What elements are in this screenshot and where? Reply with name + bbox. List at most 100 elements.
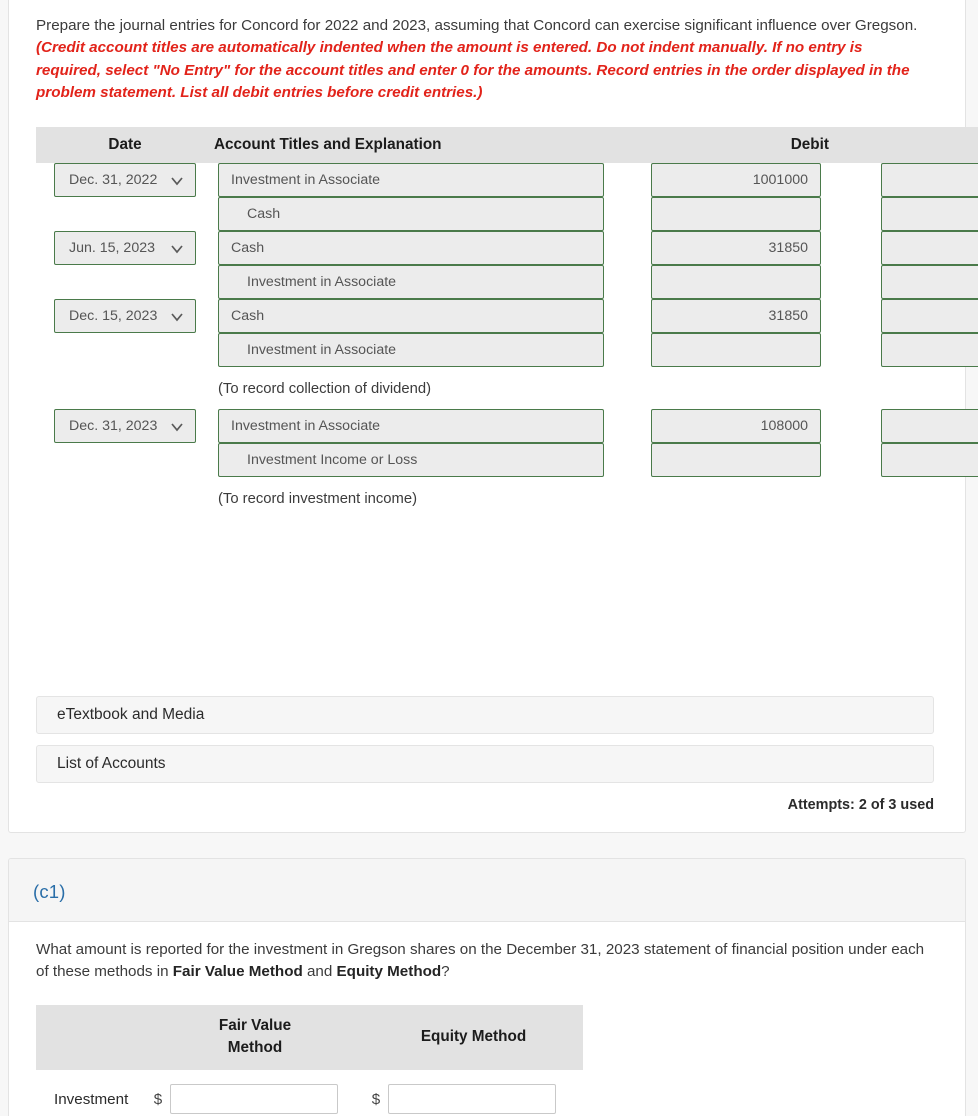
question-text-lead: What amount is reported for the investme… bbox=[36, 941, 925, 981]
equity-amount-input[interactable] bbox=[388, 1084, 556, 1114]
credit-amount-input-8[interactable] bbox=[881, 443, 978, 477]
debit-amount-input-4[interactable]: 31850 bbox=[651, 299, 821, 333]
memo-investment-income: (To record investment income) bbox=[218, 491, 418, 507]
prompt-hint-text: (Credit account titles are automatically… bbox=[36, 39, 910, 101]
currency-symbol: $ bbox=[153, 1090, 163, 1108]
debit-amount-input-2[interactable]: 31850 bbox=[651, 231, 821, 265]
table-row-memo: (To record collection of dividend) bbox=[36, 367, 978, 399]
cell-debit: 31850 bbox=[604, 299, 829, 333]
cell-account: Cash bbox=[214, 197, 604, 231]
account-title-input-2[interactable]: Cash bbox=[218, 231, 604, 265]
question-text-and: and bbox=[302, 963, 337, 981]
cell-equity: $ bbox=[364, 1070, 583, 1114]
fair-value-equity-table-container: Fair Value Method Equity Method Investme… bbox=[36, 1005, 583, 1114]
debit-amount-input-5[interactable] bbox=[651, 333, 821, 367]
table-row: Jun. 15, 2023 Cash 31850 bbox=[36, 231, 978, 265]
column-header-credit: Credit bbox=[829, 127, 978, 163]
fair-value-equity-table: Fair Value Method Equity Method Investme… bbox=[36, 1005, 583, 1114]
table-row: Investment $ $ bbox=[36, 1070, 583, 1114]
column-header-date: Date bbox=[36, 127, 214, 163]
fv-column-header-fair-value: Fair Value Method bbox=[146, 1005, 364, 1070]
cell-date: Dec. 31, 2022 bbox=[36, 163, 214, 197]
credit-amount-input-3[interactable] bbox=[881, 265, 978, 299]
fv-header-line1: Fair Value bbox=[218, 1017, 292, 1034]
journal-entry-table: Date Account Titles and Explanation Debi… bbox=[36, 127, 978, 509]
cell-debit: 31850 bbox=[604, 231, 829, 265]
debit-amount-input-3[interactable] bbox=[651, 265, 821, 299]
account-title-input-8[interactable]: Investment Income or Loss bbox=[218, 443, 604, 477]
table-row-memo: (To record investment income) bbox=[36, 477, 978, 509]
credit-amount-input-1[interactable]: 1001000 bbox=[881, 197, 978, 231]
question-prompt: Prepare the journal entries for Concord … bbox=[36, 15, 926, 104]
cell-credit bbox=[829, 265, 978, 299]
list-of-accounts-button[interactable]: List of Accounts bbox=[36, 745, 934, 783]
table-row: Cash 1001000 bbox=[36, 197, 978, 231]
cell-debit: 1001000 bbox=[604, 163, 829, 197]
cell-memo: (To record collection of dividend) bbox=[214, 367, 978, 399]
question-method-equity: Equity Method bbox=[336, 963, 442, 981]
cell-account: Investment in Associate bbox=[214, 333, 604, 367]
date-select-4[interactable]: Dec. 15, 2023 bbox=[54, 299, 196, 333]
account-title-input-0[interactable]: Investment in Associate bbox=[218, 163, 604, 197]
credit-amount-input-7[interactable] bbox=[881, 409, 978, 443]
journal-table-container: Date Account Titles and Explanation Debi… bbox=[36, 127, 978, 509]
account-title-input-4[interactable]: Cash bbox=[218, 299, 604, 333]
cell-debit bbox=[604, 443, 829, 477]
date-select-value: Dec. 31, 2023 bbox=[69, 418, 158, 434]
date-select-2[interactable]: Jun. 15, 2023 bbox=[54, 231, 196, 265]
prompt-main-text: Prepare the journal entries for Concord … bbox=[36, 17, 918, 34]
table-row: Investment Income or Loss bbox=[36, 443, 978, 477]
cell-date: Dec. 31, 2023 bbox=[36, 409, 214, 443]
cell-debit bbox=[604, 333, 829, 367]
attempts-status: Attempts: 2 of 3 used bbox=[787, 797, 934, 813]
cell-date bbox=[36, 265, 214, 299]
table-row: Dec. 15, 2023 Cash 31850 bbox=[36, 299, 978, 333]
credit-amount-input-2[interactable] bbox=[881, 231, 978, 265]
date-select-7[interactable]: Dec. 31, 2023 bbox=[54, 409, 196, 443]
fair-value-amount-input[interactable] bbox=[170, 1084, 338, 1114]
credit-amount-input-5[interactable] bbox=[881, 333, 978, 367]
account-title-input-5[interactable]: Investment in Associate bbox=[218, 333, 604, 367]
account-title-input-3[interactable]: Investment in Associate bbox=[218, 265, 604, 299]
cell-date bbox=[36, 443, 214, 477]
memo-collection-of-dividend: (To record collection of dividend) bbox=[218, 381, 432, 397]
cell-account: Cash bbox=[214, 231, 604, 265]
debit-amount-input-0[interactable]: 1001000 bbox=[651, 163, 821, 197]
account-title-input-7[interactable]: Investment in Associate bbox=[218, 409, 604, 443]
cell-credit bbox=[829, 231, 978, 265]
page-root: Prepare the journal entries for Concord … bbox=[0, 0, 978, 1116]
cell-date bbox=[36, 333, 214, 367]
cell-date bbox=[36, 477, 214, 509]
date-select-value: Dec. 31, 2022 bbox=[69, 172, 158, 188]
date-select-0[interactable]: Dec. 31, 2022 bbox=[54, 163, 196, 197]
cell-date: Dec. 15, 2023 bbox=[36, 299, 214, 333]
debit-amount-input-7[interactable]: 108000 bbox=[651, 409, 821, 443]
cell-credit bbox=[829, 299, 978, 333]
table-row: Investment in Associate bbox=[36, 265, 978, 299]
part-c1-header: (c1) bbox=[9, 859, 965, 922]
etextbook-and-media-button[interactable]: eTextbook and Media bbox=[36, 696, 934, 734]
credit-amount-input-0[interactable] bbox=[881, 163, 978, 197]
cell-date bbox=[36, 367, 214, 399]
table-row: Investment in Associate bbox=[36, 333, 978, 367]
cell-date: Jun. 15, 2023 bbox=[36, 231, 214, 265]
cell-credit bbox=[829, 333, 978, 367]
fv-header-row: Fair Value Method Equity Method bbox=[36, 1005, 583, 1070]
credit-amount-input-4[interactable] bbox=[881, 299, 978, 333]
cell-memo: (To record investment income) bbox=[214, 477, 978, 509]
cell-credit: 1001000 bbox=[829, 197, 978, 231]
cell-fair-value: $ bbox=[146, 1070, 364, 1114]
currency-symbol: $ bbox=[371, 1090, 381, 1108]
cell-credit bbox=[829, 163, 978, 197]
fv-header-line2: Method bbox=[227, 1039, 283, 1056]
debit-amount-input-8[interactable] bbox=[651, 443, 821, 477]
fv-column-header-blank bbox=[36, 1005, 146, 1070]
account-title-input-1[interactable]: Cash bbox=[218, 197, 604, 231]
cell-credit bbox=[829, 409, 978, 443]
cell-debit bbox=[604, 197, 829, 231]
date-select-value: Jun. 15, 2023 bbox=[69, 240, 155, 256]
spacer-row bbox=[36, 399, 978, 409]
table-row: Dec. 31, 2023 Investment in Associate 10… bbox=[36, 409, 978, 443]
debit-amount-input-1[interactable] bbox=[651, 197, 821, 231]
cell-date bbox=[36, 197, 214, 231]
